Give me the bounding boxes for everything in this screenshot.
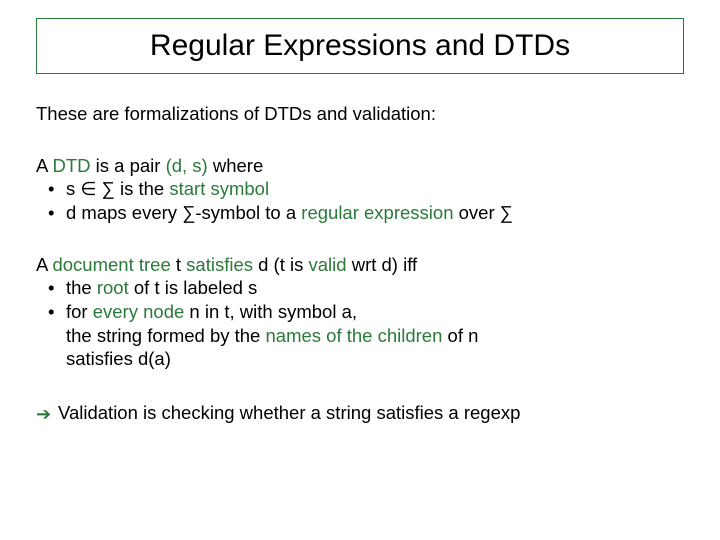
- text: s: [66, 178, 80, 199]
- text: the string formed by the: [66, 325, 266, 346]
- term-start-symbol: start symbol: [169, 178, 269, 199]
- term-pair: (d, s): [166, 155, 208, 176]
- text: n in t, with symbol a,: [184, 301, 357, 322]
- term-every-node: every node: [93, 301, 185, 322]
- text: A: [36, 155, 52, 176]
- text: the: [66, 277, 97, 298]
- dtd-definition: A DTD is a pair (d, s) where s ∈ ∑ is th…: [36, 154, 684, 225]
- conclusion-text: Validation is checking whether a string …: [58, 402, 520, 423]
- text: wrt d) iff: [347, 254, 418, 275]
- text: -symbol to a: [195, 202, 301, 223]
- term-root: root: [97, 277, 129, 298]
- text: t: [171, 254, 186, 275]
- satisfies-line: A document tree t satisfies d (t is vali…: [36, 253, 684, 277]
- text: of t is labeled s: [129, 277, 258, 298]
- dtd-bullets: s ∈ ∑ is the start symbol d maps every ∑…: [36, 177, 684, 224]
- term-valid: valid: [309, 254, 347, 275]
- text: of n: [442, 325, 478, 346]
- text: A: [36, 254, 52, 275]
- satisfies-definition: A document tree t satisfies d (t is vali…: [36, 253, 684, 371]
- continuation: the string formed by the names of the ch…: [66, 324, 684, 348]
- text: where: [208, 155, 264, 176]
- arrow-icon: ➔: [36, 403, 51, 426]
- text: is the: [115, 178, 170, 199]
- satisfies-bullets: the root of t is labeled s for every nod…: [36, 276, 684, 371]
- term-satisfies: satisfies: [186, 254, 253, 275]
- conclusion-line: ➔ Validation is checking whether a strin…: [36, 401, 684, 425]
- text: over: [454, 202, 500, 223]
- text: for: [66, 301, 93, 322]
- continuation: satisfies d(a): [66, 347, 684, 371]
- list-item: the root of t is labeled s: [54, 276, 684, 300]
- text: d (t is: [253, 254, 309, 275]
- term-names-children: names of the children: [266, 325, 443, 346]
- list-item: for every node n in t, with symbol a, th…: [54, 300, 684, 371]
- slide-title: Regular Expressions and DTDs: [150, 29, 570, 63]
- term-regex: regular expression: [301, 202, 453, 223]
- text: is a pair: [91, 155, 166, 176]
- title-box: Regular Expressions and DTDs: [36, 18, 684, 74]
- symbol-sigma: ∑: [102, 178, 115, 199]
- text: d maps every: [66, 202, 182, 223]
- symbol-sigma: ∑: [500, 202, 513, 223]
- symbol-sigma: ∑: [182, 202, 195, 223]
- intro-paragraph: These are formalizations of DTDs and val…: [36, 102, 684, 126]
- dtd-def-line: A DTD is a pair (d, s) where: [36, 154, 684, 178]
- symbol-in: ∈: [80, 178, 96, 199]
- list-item: s ∈ ∑ is the start symbol: [54, 177, 684, 201]
- slide-body: These are formalizations of DTDs and val…: [36, 102, 684, 425]
- list-item: d maps every ∑-symbol to a regular expre…: [54, 201, 684, 225]
- term-dtd: DTD: [52, 155, 90, 176]
- term-doc-tree: document tree: [52, 254, 170, 275]
